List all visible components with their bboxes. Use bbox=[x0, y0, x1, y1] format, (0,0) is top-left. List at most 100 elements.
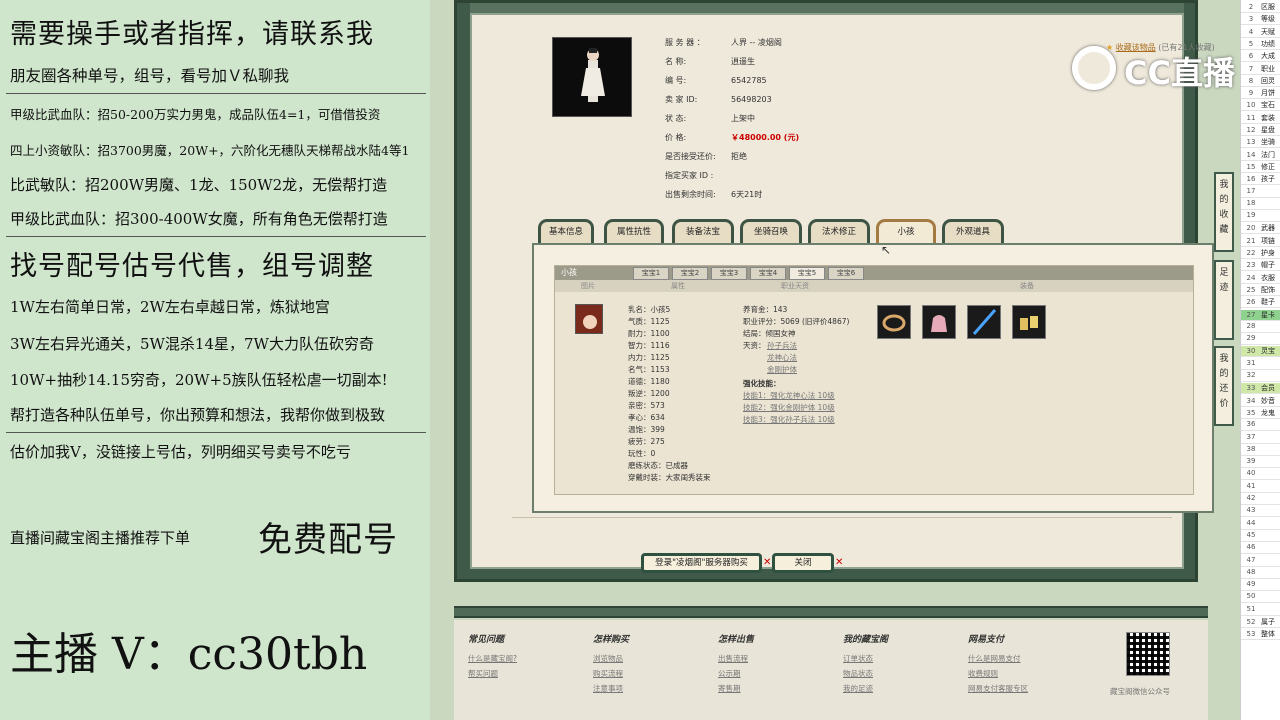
equipment-pouch-icon[interactable] bbox=[922, 305, 956, 339]
sheet-row[interactable]: 44 bbox=[1241, 519, 1280, 530]
mouse-cursor-icon: ↖ bbox=[881, 243, 892, 257]
footer-link[interactable]: 物品状态 bbox=[843, 668, 873, 679]
talent-link[interactable]: 龙神心法 bbox=[767, 352, 797, 363]
equipment-sword-icon[interactable] bbox=[967, 305, 1001, 339]
sheet-row[interactable]: 16 孩子 bbox=[1241, 174, 1280, 186]
equipment-boots-icon[interactable] bbox=[1012, 305, 1046, 339]
close-button[interactable]: 关闭 bbox=[772, 553, 834, 573]
sheet-row[interactable]: 2 区服 bbox=[1241, 2, 1280, 13]
sub-tab-baby4[interactable]: 宝宝4 bbox=[750, 267, 786, 280]
sheet-row[interactable]: 15 修正 bbox=[1241, 162, 1280, 173]
sheet-row[interactable]: 38 bbox=[1241, 445, 1280, 456]
sheet-row[interactable]: 31 bbox=[1241, 359, 1280, 370]
sheet-row[interactable]: 41 bbox=[1241, 482, 1280, 493]
sheet-row[interactable]: 4 天赋 bbox=[1241, 27, 1280, 38]
sheet-row[interactable]: 32 bbox=[1241, 371, 1280, 382]
footer-link[interactable]: 注意事项 bbox=[593, 683, 623, 694]
tab-attributes[interactable]: 属性抗性 bbox=[604, 219, 664, 243]
tab-appearance[interactable]: 外观道具 bbox=[942, 219, 1004, 243]
sheet-row[interactable]: 3 等级 bbox=[1241, 14, 1280, 26]
panel-line: 比武敏队：招200W男魔、1龙、150W2龙，无偿帮打造 bbox=[10, 176, 388, 194]
sheet-row[interactable]: 5 功绩 bbox=[1241, 39, 1280, 50]
skill-link[interactable]: 技能1：强化龙神心法 10级 bbox=[743, 390, 835, 401]
sheet-row[interactable]: 22 护身 bbox=[1241, 248, 1280, 259]
sheet-row[interactable]: 39 bbox=[1241, 457, 1280, 469]
side-tab-footprints[interactable]: 足迹 bbox=[1214, 260, 1234, 340]
sheet-row-number: 16 bbox=[1246, 175, 1256, 184]
sheet-row[interactable]: 45 bbox=[1241, 531, 1280, 542]
skill-link[interactable]: 技能2：强化金刚护体 10级 bbox=[743, 402, 835, 413]
sub-tab-baby3[interactable]: 宝宝3 bbox=[711, 267, 747, 280]
sheet-row[interactable]: 37 bbox=[1241, 433, 1280, 444]
sheet-row[interactable]: 50 bbox=[1241, 592, 1280, 604]
sheet-row[interactable]: 6 大成 bbox=[1241, 51, 1280, 63]
footer-link[interactable]: 我的足迹 bbox=[843, 683, 873, 694]
sheet-row[interactable]: 28 bbox=[1241, 322, 1280, 333]
talent-link[interactable]: 金刚护体 bbox=[767, 364, 797, 375]
tab-mounts-pets[interactable]: 坐骑召唤兽 bbox=[740, 219, 802, 257]
sheet-row[interactable]: 47 bbox=[1241, 556, 1280, 567]
sheet-row[interactable]: 49 bbox=[1241, 580, 1280, 592]
footer-link[interactable]: 寄售期 bbox=[718, 683, 741, 694]
sheet-row[interactable]: 53 整体 bbox=[1241, 629, 1280, 641]
sub-tab-baby5[interactable]: 宝宝5 bbox=[789, 267, 825, 280]
footer-link[interactable]: 网易支付客服专区 bbox=[968, 683, 1028, 694]
sheet-row[interactable]: 18 bbox=[1241, 199, 1280, 210]
sheet-row[interactable]: 43 bbox=[1241, 506, 1280, 518]
talent-link[interactable]: 孙子兵法 bbox=[767, 340, 797, 351]
sheet-row[interactable]: 7 职业 bbox=[1241, 64, 1280, 75]
footer-link[interactable]: 什么是网易支付 bbox=[968, 653, 1021, 664]
sheet-row[interactable]: 19 bbox=[1241, 211, 1280, 223]
footer-link[interactable]: 帮买问题 bbox=[468, 668, 498, 679]
sheet-row[interactable]: 13 坐骑 bbox=[1241, 137, 1280, 149]
sheet-row[interactable]: 9 月饼 bbox=[1241, 88, 1280, 100]
sheet-row[interactable]: 14 法门 bbox=[1241, 150, 1280, 161]
sub-tab-baby2[interactable]: 宝宝2 bbox=[672, 267, 708, 280]
footer-link[interactable]: 购买流程 bbox=[593, 668, 623, 679]
sheet-row[interactable]: 48 bbox=[1241, 568, 1280, 579]
sheet-row[interactable]: 25 配饰 bbox=[1241, 285, 1280, 296]
sub-tab-baby1[interactable]: 宝宝1 bbox=[633, 267, 669, 280]
sheet-row[interactable]: 10 宝石 bbox=[1241, 100, 1280, 112]
sheet-row[interactable]: 30 灵宝 bbox=[1241, 346, 1280, 358]
sheet-row[interactable]: 46 bbox=[1241, 543, 1280, 555]
sheet-row[interactable]: 17 bbox=[1241, 187, 1280, 198]
sheet-row[interactable]: 29 bbox=[1241, 334, 1280, 346]
sheet-row[interactable]: 11 套装 bbox=[1241, 113, 1280, 124]
sheet-row[interactable]: 21 项链 bbox=[1241, 236, 1280, 247]
footer-link[interactable]: 收费规则 bbox=[968, 668, 998, 679]
side-tab-my-offers[interactable]: 我的还价 bbox=[1214, 346, 1234, 426]
footer-link[interactable]: 公示期 bbox=[718, 668, 741, 679]
child-stat: 耐力：1100 bbox=[628, 329, 670, 338]
sheet-row[interactable]: 42 bbox=[1241, 494, 1280, 505]
skill-link[interactable]: 技能3：强化孙子兵法 10级 bbox=[743, 414, 835, 425]
sheet-row[interactable]: 36 bbox=[1241, 420, 1280, 432]
sheet-row[interactable]: 24 衣服 bbox=[1241, 273, 1280, 284]
sheet-row[interactable]: 40 bbox=[1241, 469, 1280, 481]
sheet-row[interactable]: 20 武器 bbox=[1241, 223, 1280, 235]
buy-on-server-button[interactable]: 登录"凌烟阁"服务器购买 bbox=[641, 553, 762, 573]
sheet-row[interactable]: 34 妙音 bbox=[1241, 396, 1280, 407]
sheet-row[interactable]: 12 星盘 bbox=[1241, 125, 1280, 136]
tab-children[interactable]: 小孩 bbox=[876, 219, 936, 243]
sub-tab-baby6[interactable]: 宝宝6 bbox=[828, 267, 864, 280]
tab-equipment[interactable]: 装备法宝 bbox=[672, 219, 734, 243]
sheet-row[interactable]: 23 帽子 bbox=[1241, 260, 1280, 272]
sheet-row[interactable]: 51 bbox=[1241, 605, 1280, 616]
tab-spell-correction[interactable]: 法术修正 bbox=[808, 219, 870, 243]
sheet-row[interactable]: 52 属子 bbox=[1241, 617, 1280, 628]
equipment-ring-icon[interactable] bbox=[877, 305, 911, 339]
sheet-row[interactable]: 33 会员 bbox=[1241, 383, 1280, 395]
footer-link[interactable]: 订单状态 bbox=[843, 653, 873, 664]
tab-content: 小孩 宝宝1 宝宝2 宝宝3 宝宝4 宝宝5 宝宝6 图片 属性 职业天资 装备 bbox=[532, 243, 1214, 513]
footer-link[interactable]: 出售流程 bbox=[718, 653, 748, 664]
sheet-row[interactable]: 26 鞋子 bbox=[1241, 297, 1280, 309]
side-tab-favorites[interactable]: 我的收藏 bbox=[1214, 172, 1234, 252]
sheet-row[interactable]: 27 星卡 bbox=[1241, 309, 1280, 321]
footer-link[interactable]: 浏览物品 bbox=[593, 653, 623, 664]
sheet-row[interactable]: 8 回灵 bbox=[1241, 76, 1280, 87]
tab-basic-info[interactable]: 基本信息 bbox=[538, 219, 594, 243]
sheet-row-number: 28 bbox=[1246, 321, 1256, 330]
sheet-row[interactable]: 35 龙鬼 bbox=[1241, 408, 1280, 419]
footer-link[interactable]: 什么是藏宝阁? bbox=[468, 653, 517, 664]
